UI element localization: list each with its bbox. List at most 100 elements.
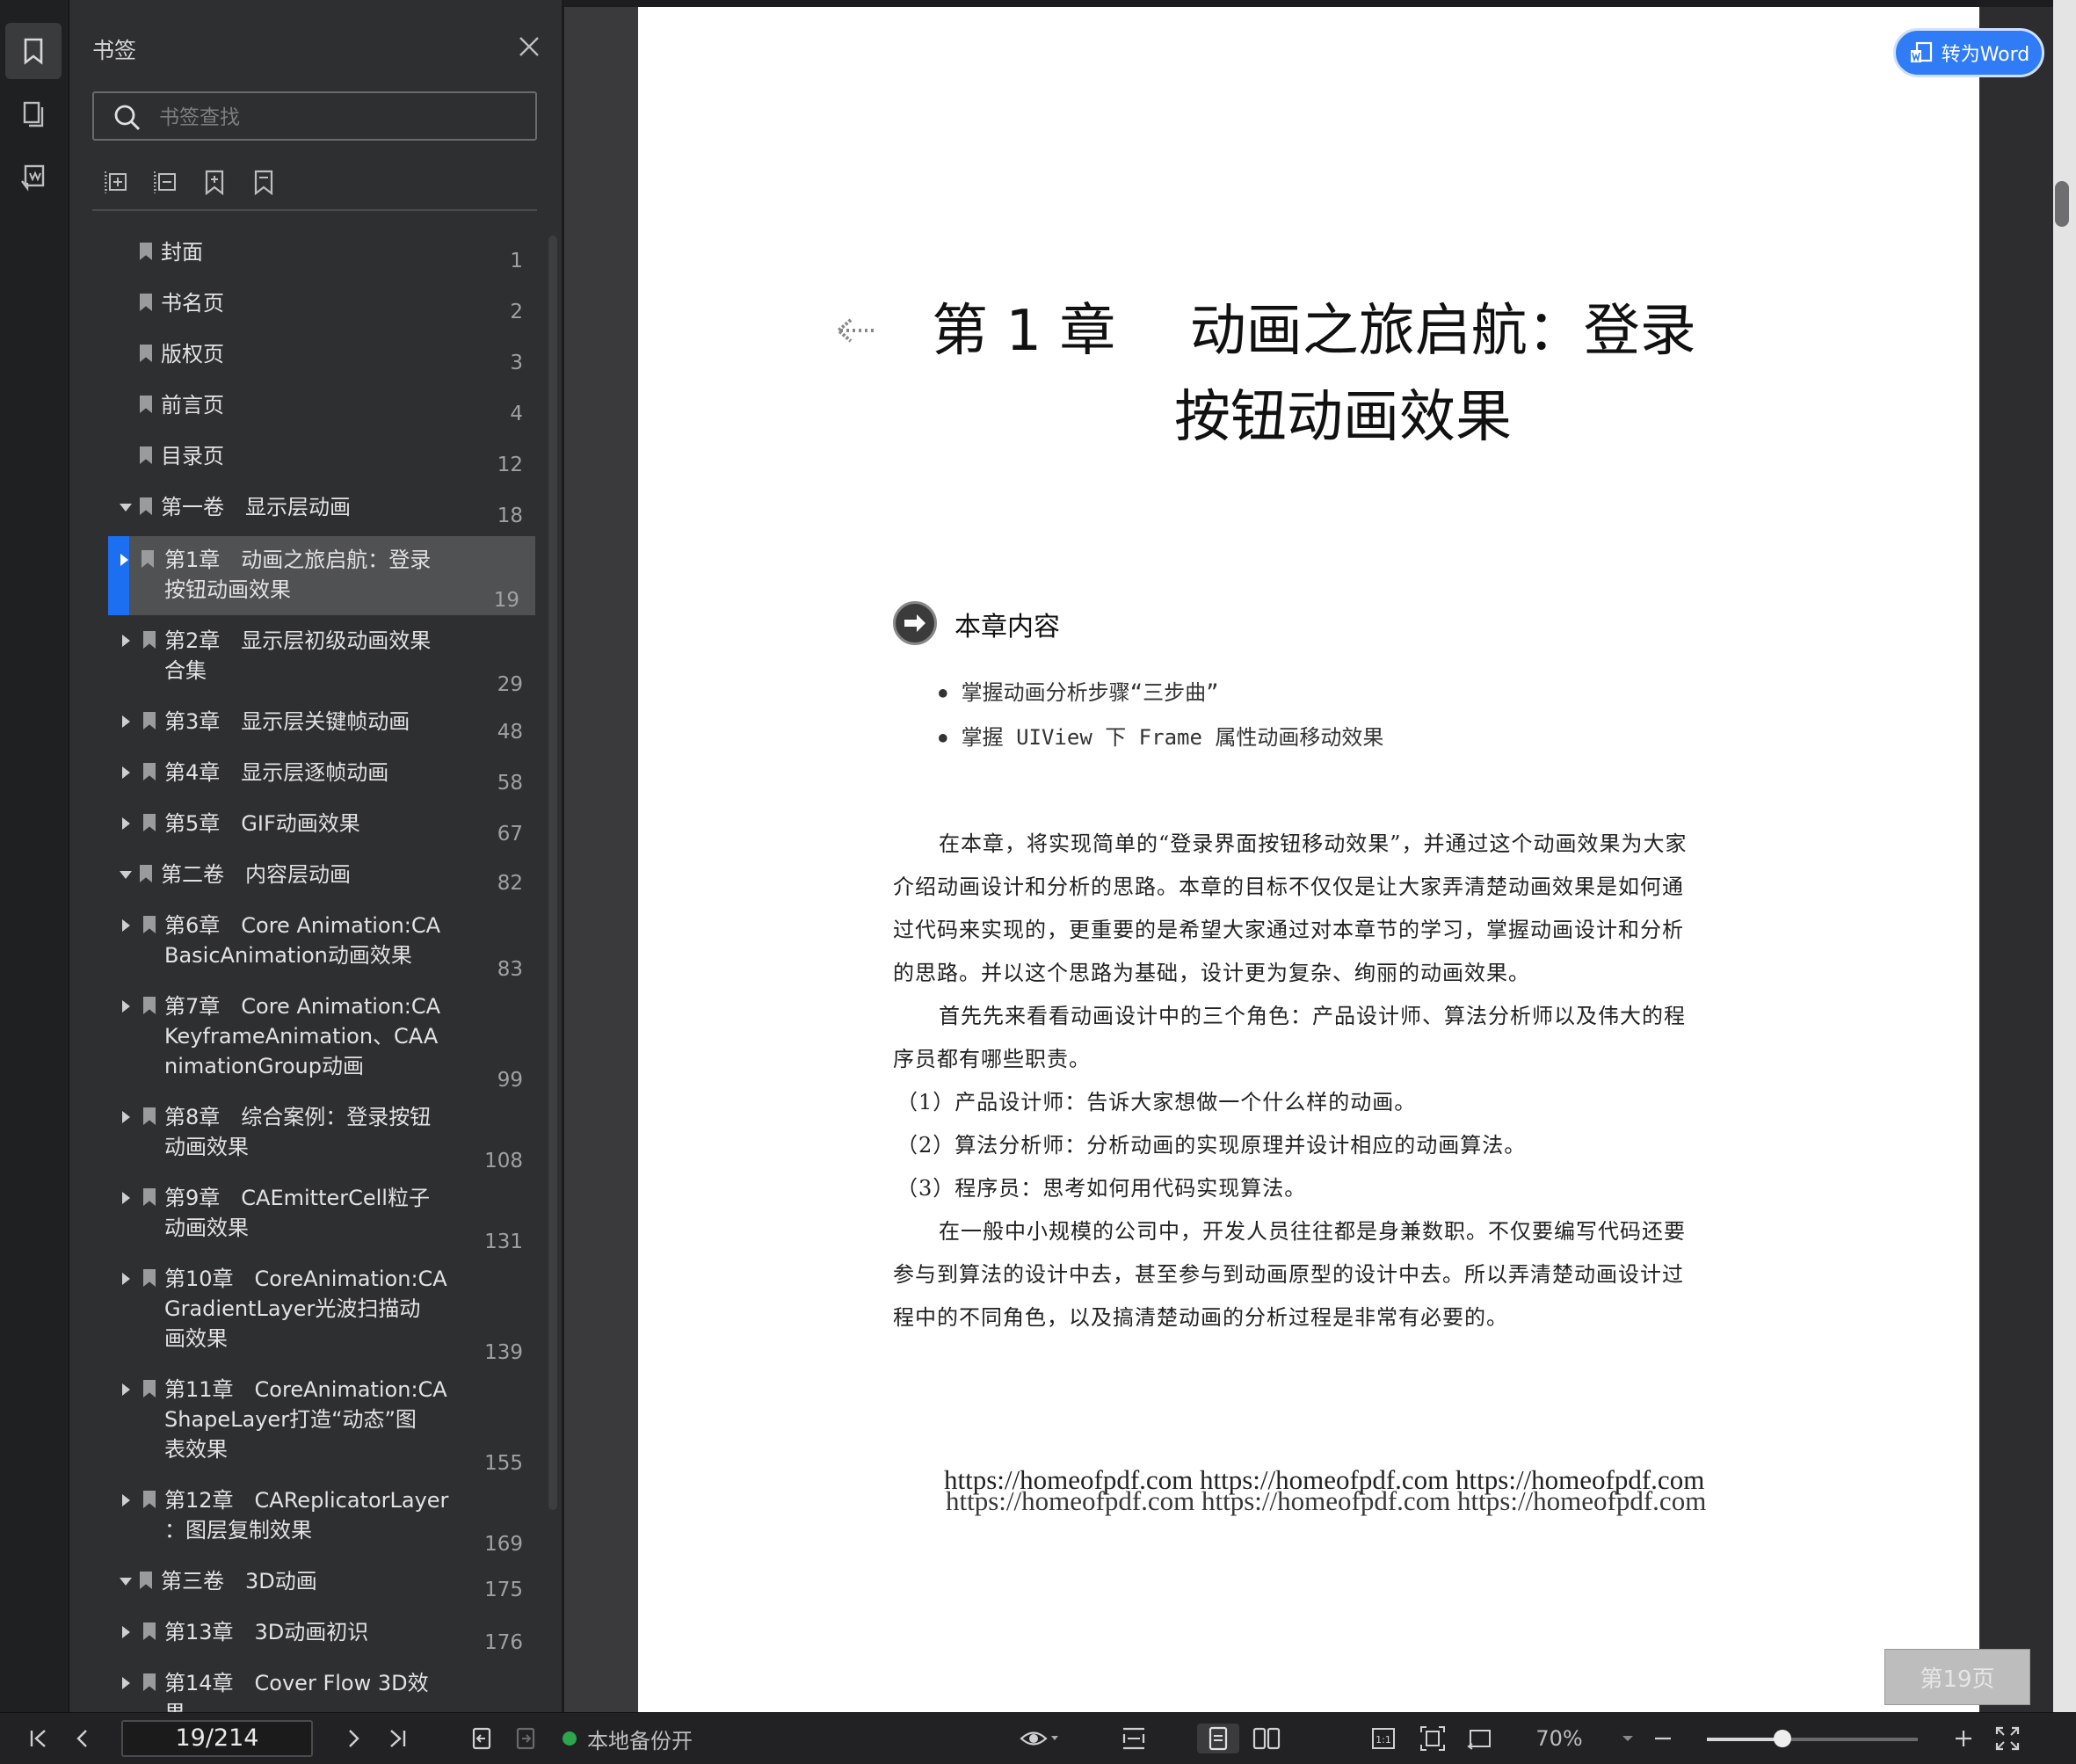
bookmark-item[interactable]: 目录页 12 — [108, 441, 539, 476]
collapse-arrow-icon[interactable] — [120, 1578, 132, 1586]
backup-status[interactable]: 本地备份开 — [563, 1724, 693, 1753]
bookmark-item[interactable]: 第7章 Core Animation:CA KeyframeAnimation、… — [108, 991, 539, 1092]
bookmark-item[interactable]: 封面 1 — [108, 237, 539, 272]
expand-arrow-icon[interactable] — [122, 715, 130, 728]
expand-arrow-icon[interactable] — [122, 1111, 130, 1123]
bookmark-icon — [140, 294, 152, 311]
eye-care-button[interactable] — [1016, 1724, 1063, 1753]
bookmark-label: 第6章 Core Animation:CA BasicAnimation动画效果 — [164, 913, 441, 968]
expand-arrow-icon[interactable] — [122, 1494, 130, 1506]
convert-to-word-button[interactable]: 转为Word — [1893, 28, 2044, 77]
next-page-button[interactable] — [336, 1724, 371, 1753]
expand-arrow-icon[interactable] — [122, 1192, 130, 1204]
zoom-value[interactable]: 70% — [1533, 1724, 1586, 1753]
expand-arrow-icon[interactable] — [122, 1000, 130, 1013]
bookmark-page: 29 — [497, 673, 523, 696]
bookmark-button[interactable] — [249, 167, 279, 197]
bookmark-label: 第1章 动画之旅启航：登录 按钮动画效果 — [164, 548, 432, 602]
document-scrollbar[interactable] — [2053, 0, 2076, 1712]
objectives-list: 掌握动画分析步骤“三步曲” 掌握 UIView 下 Frame 属性动画移动效果 — [939, 671, 1384, 761]
expand-arrow-icon[interactable] — [122, 766, 130, 779]
actual-size-button[interactable]: 1:1 — [1366, 1724, 1401, 1753]
bookmark-item[interactable]: 第8章 综合案例：登录按钮 动画效果 108 — [108, 1102, 539, 1172]
bookmark-label: 第10章 CoreAnimation:CA GradientLayer光波扫描动… — [164, 1267, 447, 1351]
last-page-button[interactable] — [380, 1724, 415, 1753]
bookmark-item[interactable]: 第三卷 3D动画 175 — [108, 1566, 539, 1601]
expand-arrow-icon[interactable] — [122, 1383, 130, 1396]
expand-arrow-icon[interactable] — [122, 919, 130, 932]
fullscreen-button[interactable] — [1990, 1724, 2025, 1753]
previous-page-button[interactable] — [65, 1724, 100, 1753]
fit-page-icon — [1420, 1726, 1445, 1751]
bookmark-item[interactable]: 前言页 4 — [108, 390, 539, 425]
bookmark-item[interactable]: 第二卷 内容层动画 82 — [108, 860, 539, 895]
page-number-input[interactable]: 19/214 — [121, 1720, 313, 1757]
bookmark-label: 第3章 显示层关键帧动画 — [164, 709, 410, 734]
bookmark-page: 18 — [497, 505, 523, 527]
expand-arrow-icon[interactable] — [122, 817, 130, 830]
two-page-view-button[interactable] — [1246, 1724, 1287, 1753]
bookmark-item[interactable]: 第9章 CAEmitterCell粒子 动画效果 131 — [108, 1183, 539, 1253]
zoom-dropdown-button[interactable] — [1617, 1724, 1638, 1753]
bookmark-item[interactable]: 第5章 GIF动画效果 67 — [108, 809, 539, 846]
bookmark-item[interactable]: 第2章 显示层初级动画效果 合集 29 — [108, 626, 539, 696]
expand-arrow-icon[interactable] — [122, 1677, 130, 1689]
expand-all-button[interactable] — [101, 167, 131, 197]
bookmark-item[interactable]: 第3章 显示层关键帧动画 48 — [108, 707, 539, 744]
bookmark-item[interactable]: 第10章 CoreAnimation:CA GradientLayer光波扫描动… — [108, 1264, 539, 1364]
bookmark-label: 目录页 — [161, 444, 224, 468]
expand-arrow-icon[interactable] — [122, 1626, 130, 1638]
first-page-button[interactable] — [21, 1724, 56, 1753]
add-bookmark-button[interactable] — [200, 167, 229, 197]
bookmark-item[interactable]: 第14章 Cover Flow 3D效 果 — [108, 1668, 539, 1712]
single-page-view-button[interactable] — [1197, 1724, 1239, 1753]
bookmark-item[interactable]: 版权页 3 — [108, 339, 539, 374]
left-rail — [0, 0, 69, 1712]
expand-arrow-icon[interactable] — [122, 635, 130, 647]
collapse-arrow-icon[interactable] — [120, 504, 132, 512]
bookmark-item[interactable]: 第12章 CAReplicatorLayer ：图层复制效果 169 — [108, 1485, 539, 1556]
bookmark-item[interactable]: 第一卷 显示层动画 18 — [108, 492, 539, 527]
bookmark-icon — [143, 1188, 156, 1206]
collapse-all-button[interactable] — [150, 167, 180, 197]
expand-arrow-icon[interactable] — [122, 1273, 130, 1285]
section-title: 本章内容 — [955, 612, 1060, 642]
search-icon — [114, 105, 141, 131]
bookmark-page: 19 — [493, 589, 519, 612]
chapter-title-line2: 按钮动画效果 — [1174, 385, 1512, 450]
collapse-arrow-icon[interactable] — [120, 871, 132, 879]
expand-arrow-icon[interactable] — [120, 554, 128, 566]
forward-history-icon — [516, 1727, 535, 1750]
bookmark-panel-button[interactable] — [5, 23, 62, 79]
panel-scrollbar[interactable] — [548, 236, 557, 1510]
bookmark-page: 108 — [484, 1150, 523, 1172]
fit-page-button[interactable] — [1415, 1724, 1450, 1753]
toolbar-divider — [92, 209, 537, 211]
bookmark-label: 第11章 CoreAnimation:CA ShapeLayer打造“动态”图 … — [164, 1377, 447, 1462]
zoom-slider-handle[interactable] — [1774, 1730, 1792, 1747]
chevron-right-icon — [349, 1730, 359, 1747]
bookmark-item[interactable]: 第11章 CoreAnimation:CA ShapeLayer打造“动态”图 … — [108, 1375, 539, 1475]
bookmark-page: 3 — [510, 352, 523, 374]
forward-history-button[interactable] — [508, 1724, 543, 1753]
back-history-button[interactable] — [464, 1724, 499, 1753]
close-panel-button[interactable] — [516, 33, 542, 60]
paragraph: （1）产品设计师：告诉大家想做一个什么样的动画。 — [896, 1090, 1417, 1114]
add-bookmark-icon — [205, 170, 224, 195]
bookmark-page: 4 — [510, 403, 523, 425]
bookmark-item-selected[interactable]: 第1章 动画之旅启航：登录 按钮动画效果 19 — [108, 536, 535, 615]
bookmark-item[interactable]: 第6章 Core Animation:CA BasicAnimation动画效果… — [108, 911, 539, 981]
bookmark-search-input[interactable] — [157, 101, 530, 134]
eye-icon — [1020, 1731, 1058, 1746]
convert-button-label: 转为Word — [1941, 44, 2030, 66]
rotate-button[interactable] — [1463, 1724, 1498, 1753]
thumbnails-panel-button[interactable] — [5, 86, 62, 142]
document-scrollbar-thumb[interactable] — [2055, 181, 2069, 227]
fit-width-button[interactable] — [1116, 1724, 1151, 1753]
zoom-out-button[interactable] — [1647, 1724, 1679, 1753]
bookmark-item[interactable]: 第4章 显示层逐帧动画 58 — [108, 758, 539, 795]
bookmark-item[interactable]: 书名页 2 — [108, 288, 539, 323]
annotation-panel-button[interactable] — [5, 149, 62, 206]
bookmark-item[interactable]: 第13章 3D动画初识 176 — [108, 1617, 539, 1654]
zoom-in-button[interactable] — [1948, 1724, 1979, 1753]
